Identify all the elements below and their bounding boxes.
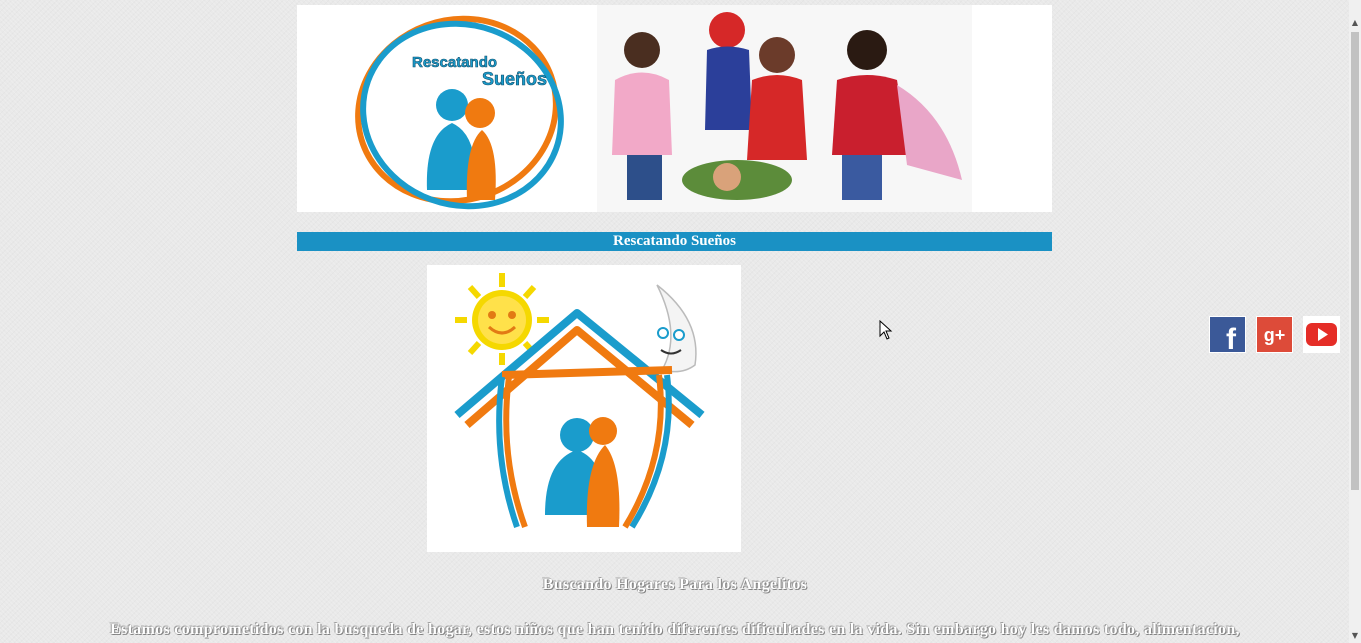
site-title-bar: Rescatando Sueños xyxy=(297,232,1052,251)
scroll-up-arrow-icon[interactable]: ▲ xyxy=(1349,16,1361,30)
house-logo-image xyxy=(427,265,741,552)
logo-text-line2: Sueños xyxy=(482,69,547,89)
banner-graphic: Rescatando Sueños xyxy=(355,5,972,212)
rescatando-suenos-logo: Rescatando Sueños xyxy=(355,15,564,210)
house-logo-graphic xyxy=(454,273,705,529)
scroll-down-arrow-icon[interactable]: ▼ xyxy=(1349,629,1361,643)
scrollbar-thumb[interactable] xyxy=(1351,32,1359,490)
vertical-scrollbar[interactable]: ▲ ▼ xyxy=(1349,0,1361,643)
header-banner: Rescatando Sueños xyxy=(297,5,1052,212)
youtube-icon xyxy=(1303,316,1340,353)
svg-text:f: f xyxy=(1226,323,1237,353)
intro-paragraph: Estamos comprometidos con la busqueda de… xyxy=(110,621,1240,638)
facebook-icon: f xyxy=(1209,316,1246,356)
children-silhouette-icon xyxy=(545,417,620,527)
google-plus-link[interactable]: g+ xyxy=(1256,316,1293,353)
facebook-link[interactable]: f xyxy=(1209,316,1246,356)
google-plus-icon: g+ xyxy=(1256,316,1293,353)
svg-text:g+: g+ xyxy=(1264,325,1286,345)
mouse-cursor-icon xyxy=(879,320,893,340)
youtube-link[interactable] xyxy=(1303,316,1340,353)
children-photo xyxy=(597,5,972,212)
section-subheading: Buscando Hogares Para los Angelitos xyxy=(542,576,808,593)
moon-icon xyxy=(656,284,697,373)
